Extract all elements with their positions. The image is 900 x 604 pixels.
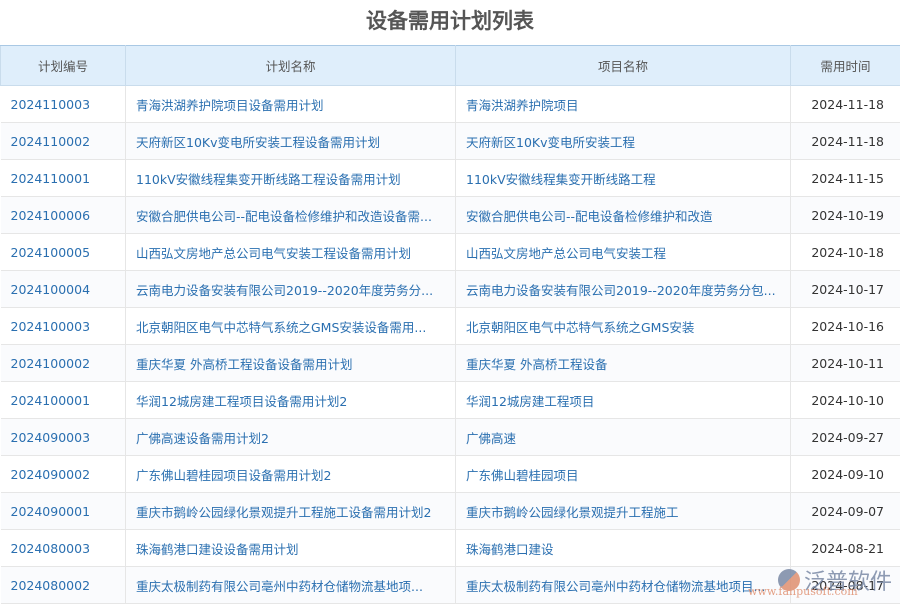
date-cell: 2024-11-15 [791, 160, 900, 197]
page-title: 设备需用计划列表 [0, 0, 900, 45]
project-name-link[interactable]: 北京朝阳区电气中芯特气系统之GMS安装 [456, 308, 791, 345]
table-row[interactable]: 2024110001110kV安徽线程集变开断线路工程设备需用计划110kV安徽… [1, 160, 900, 197]
project-name-link[interactable]: 重庆华夏 外高桥工程设备 [456, 345, 791, 382]
project-name-link[interactable]: 云南电力设备安装有限公司2019--2020年度劳务分包... [456, 271, 791, 308]
watermark: 泛普软件 www.fanpusoft.com [778, 564, 892, 596]
header-project-name[interactable]: 项目名称 [456, 46, 791, 86]
table-row[interactable]: 2024100001华润12城房建工程项目设备需用计划2华润12城房建工程项目2… [1, 382, 900, 419]
plan-name-link[interactable]: 云南电力设备安装有限公司2019--2020年度劳务分... [126, 271, 456, 308]
date-cell: 2024-10-11 [791, 345, 900, 382]
plan-no-cell[interactable]: 2024100002 [1, 345, 126, 382]
plan-no-cell[interactable]: 2024090002 [1, 456, 126, 493]
date-cell: 2024-09-10 [791, 456, 900, 493]
date-cell: 2024-10-18 [791, 234, 900, 271]
plan-name-link[interactable]: 广佛高速设备需用计划2 [126, 419, 456, 456]
project-name-link[interactable]: 山西弘文房地产总公司电气安装工程 [456, 234, 791, 271]
plan-name-link[interactable]: 重庆市鹅岭公园绿化景观提升工程施工设备需用计划2 [126, 493, 456, 530]
header-date[interactable]: 需用时间 [791, 46, 900, 86]
project-name-link[interactable]: 重庆太极制药有限公司亳州中药材仓储物流基地项目... [456, 567, 791, 604]
plan-no-cell[interactable]: 2024110003 [1, 86, 126, 123]
plan-no-cell[interactable]: 2024100003 [1, 308, 126, 345]
table-row[interactable]: 2024100003北京朝阳区电气中芯特气系统之GMS安装设备需用...北京朝阳… [1, 308, 900, 345]
table-row[interactable]: 2024090003广佛高速设备需用计划2广佛高速2024-09-27 [1, 419, 900, 456]
project-name-link[interactable]: 珠海鹤港口建设 [456, 530, 791, 567]
plan-name-link[interactable]: 110kV安徽线程集变开断线路工程设备需用计划 [126, 160, 456, 197]
date-cell: 2024-11-18 [791, 123, 900, 160]
header-plan-no[interactable]: 计划编号 [1, 46, 126, 86]
table-row[interactable]: 2024100002重庆华夏 外高桥工程设备设备需用计划重庆华夏 外高桥工程设备… [1, 345, 900, 382]
project-name-link[interactable]: 广佛高速 [456, 419, 791, 456]
plan-no-cell[interactable]: 2024080002 [1, 567, 126, 604]
table-row[interactable]: 2024100005山西弘文房地产总公司电气安装工程设备需用计划山西弘文房地产总… [1, 234, 900, 271]
table-row[interactable]: 2024100004云南电力设备安装有限公司2019--2020年度劳务分...… [1, 271, 900, 308]
date-cell: 2024-09-07 [791, 493, 900, 530]
table-row[interactable]: 2024100006安徽合肥供电公司--配电设备检修维护和改造设备需...安徽合… [1, 197, 900, 234]
date-cell: 2024-09-27 [791, 419, 900, 456]
plan-name-link[interactable]: 北京朝阳区电气中芯特气系统之GMS安装设备需用... [126, 308, 456, 345]
table-row[interactable]: 2024090001重庆市鹅岭公园绿化景观提升工程施工设备需用计划2重庆市鹅岭公… [1, 493, 900, 530]
plan-no-cell[interactable]: 2024090001 [1, 493, 126, 530]
plan-name-link[interactable]: 青海洪湖养护院项目设备需用计划 [126, 86, 456, 123]
table-row[interactable]: 2024080003珠海鹤港口建设设备需用计划珠海鹤港口建设2024-08-21 [1, 530, 900, 567]
plan-name-link[interactable]: 天府新区10Kv变电所安装工程设备需用计划 [126, 123, 456, 160]
plan-name-link[interactable]: 安徽合肥供电公司--配电设备检修维护和改造设备需... [126, 197, 456, 234]
project-name-link[interactable]: 华润12城房建工程项目 [456, 382, 791, 419]
watermark-url: www.fanpusoft.com [748, 585, 858, 598]
project-name-link[interactable]: 安徽合肥供电公司--配电设备检修维护和改造 [456, 197, 791, 234]
plan-no-cell[interactable]: 2024100006 [1, 197, 126, 234]
date-cell: 2024-10-17 [791, 271, 900, 308]
plan-table: 计划编号 计划名称 项目名称 需用时间 2024110003青海洪湖养护院项目设… [0, 45, 900, 604]
date-cell: 2024-11-18 [791, 86, 900, 123]
date-cell: 2024-08-21 [791, 530, 900, 567]
plan-no-cell[interactable]: 2024100005 [1, 234, 126, 271]
plan-no-cell[interactable]: 2024110001 [1, 160, 126, 197]
table-row[interactable]: 2024090002广东佛山碧桂园项目设备需用计划2广东佛山碧桂园项目2024-… [1, 456, 900, 493]
plan-no-cell[interactable]: 2024080003 [1, 530, 126, 567]
plan-name-link[interactable]: 珠海鹤港口建设设备需用计划 [126, 530, 456, 567]
table-row[interactable]: 2024110003青海洪湖养护院项目设备需用计划青海洪湖养护院项目2024-1… [1, 86, 900, 123]
project-name-link[interactable]: 110kV安徽线程集变开断线路工程 [456, 160, 791, 197]
date-cell: 2024-10-10 [791, 382, 900, 419]
plan-no-cell[interactable]: 2024100001 [1, 382, 126, 419]
project-name-link[interactable]: 青海洪湖养护院项目 [456, 86, 791, 123]
date-cell: 2024-10-19 [791, 197, 900, 234]
plan-no-cell[interactable]: 2024100004 [1, 271, 126, 308]
plan-name-link[interactable]: 山西弘文房地产总公司电气安装工程设备需用计划 [126, 234, 456, 271]
project-name-link[interactable]: 广东佛山碧桂园项目 [456, 456, 791, 493]
plan-name-link[interactable]: 重庆华夏 外高桥工程设备设备需用计划 [126, 345, 456, 382]
plan-name-link[interactable]: 重庆太极制药有限公司亳州中药材仓储物流基地项... [126, 567, 456, 604]
date-cell: 2024-10-16 [791, 308, 900, 345]
plan-no-cell[interactable]: 2024110002 [1, 123, 126, 160]
plan-name-link[interactable]: 广东佛山碧桂园项目设备需用计划2 [126, 456, 456, 493]
table-row[interactable]: 2024110002天府新区10Kv变电所安装工程设备需用计划天府新区10Kv变… [1, 123, 900, 160]
project-name-link[interactable]: 天府新区10Kv变电所安装工程 [456, 123, 791, 160]
header-plan-name[interactable]: 计划名称 [126, 46, 456, 86]
project-name-link[interactable]: 重庆市鹅岭公园绿化景观提升工程施工 [456, 493, 791, 530]
plan-no-cell[interactable]: 2024090003 [1, 419, 126, 456]
plan-name-link[interactable]: 华润12城房建工程项目设备需用计划2 [126, 382, 456, 419]
